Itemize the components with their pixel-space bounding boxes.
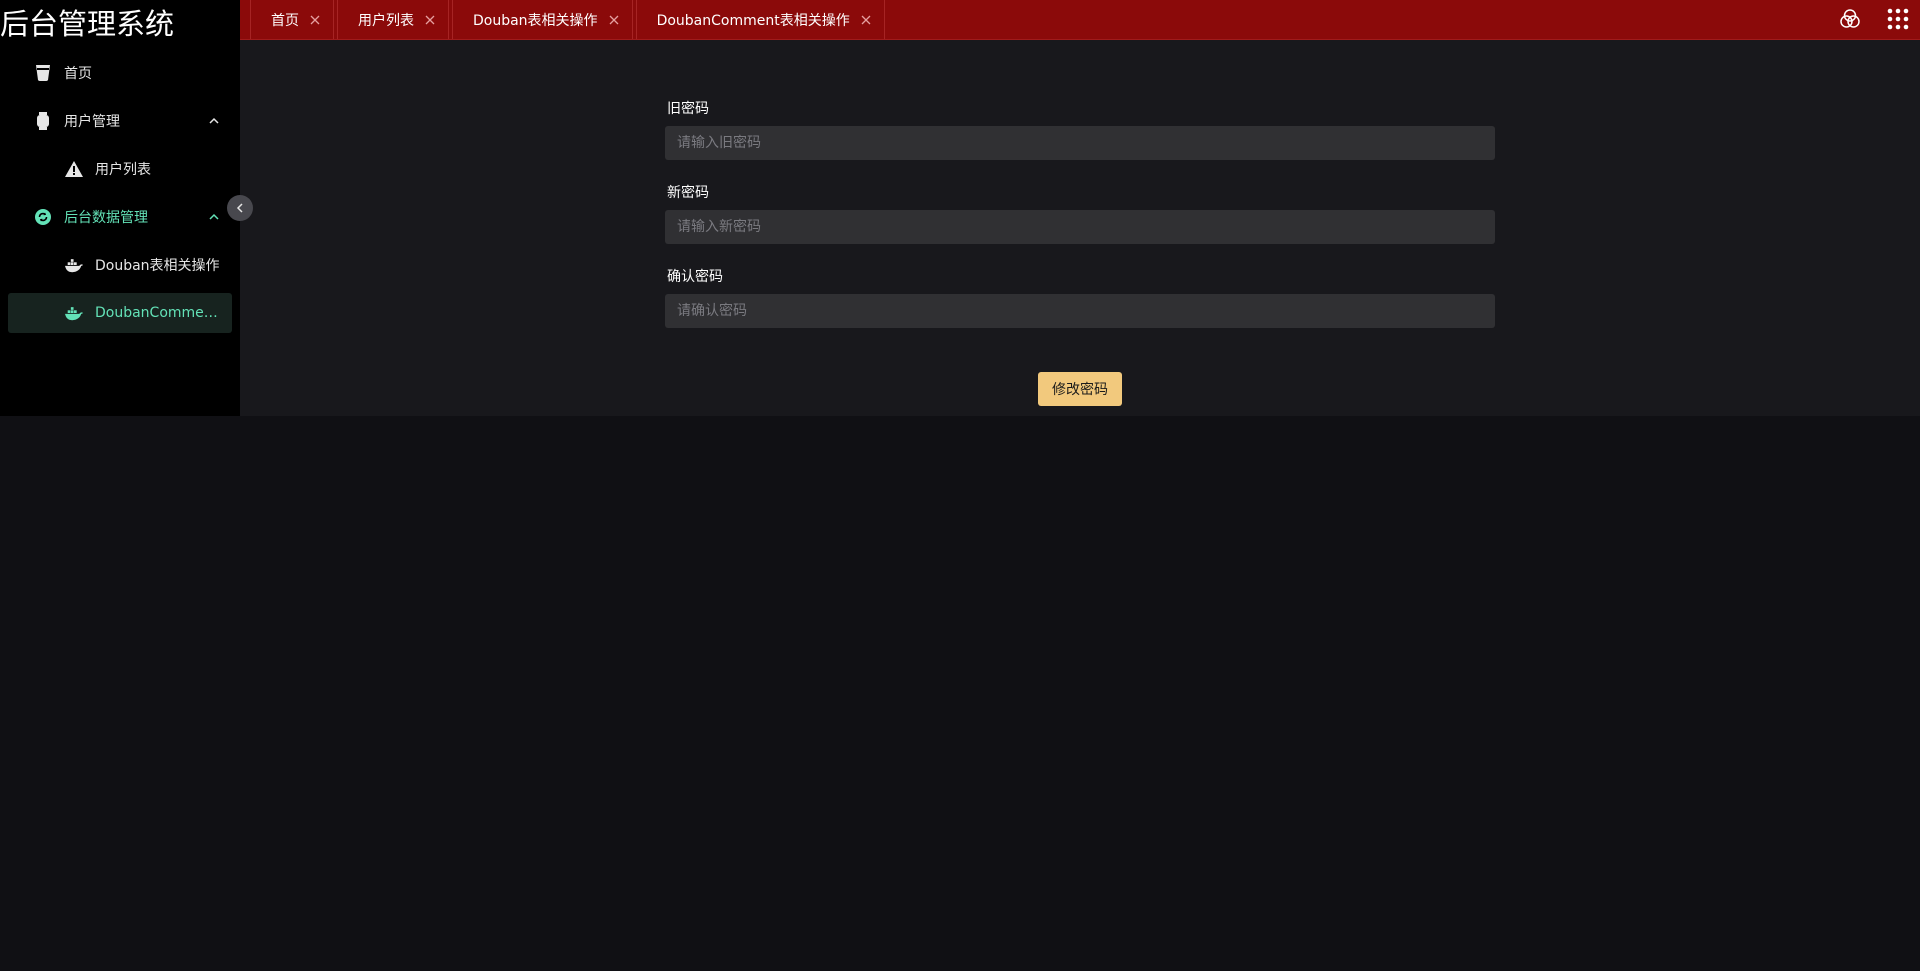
sidebar-item-user-management[interactable]: 用户管理 [8, 101, 232, 141]
confirm-password-input[interactable] [665, 294, 1495, 328]
docker-icon [65, 304, 83, 322]
sidebar-item-label: 用户管理 [64, 114, 120, 130]
close-icon[interactable] [424, 14, 436, 26]
tab-bar: 首页 用户列表 Douban表相关操作 DoubanComment表相关操作 [250, 0, 888, 39]
new-password-input[interactable] [665, 210, 1495, 244]
tab-label: 用户列表 [358, 12, 414, 29]
tab-label: 首页 [271, 12, 299, 29]
watch-icon [34, 112, 52, 130]
app-title: 后台管理系统 [0, 7, 175, 41]
sidebar-item-user-list[interactable]: 用户列表 [8, 149, 232, 189]
sidebar: 后台管理系统 首页 用户管理 用户列表 后台数据管理 Douban表相关操作 D… [0, 0, 240, 416]
sidebar-item-douban-comment[interactable]: DoubanCommen... [8, 293, 232, 333]
warning-icon [65, 160, 83, 178]
chevron-left-icon [234, 199, 246, 218]
sidebar-item-data-management[interactable]: 后台数据管理 [8, 197, 232, 237]
sidebar-item-douban[interactable]: Douban表相关操作 [8, 245, 232, 285]
sidebar-item-label: DoubanCommen... [95, 305, 223, 321]
old-password-label: 旧密码 [667, 101, 709, 117]
new-password-label: 新密码 [667, 185, 709, 201]
app-root: 后台管理系统 首页 用户管理 用户列表 后台数据管理 Douban表相关操作 D… [0, 0, 1920, 416]
tab-home[interactable]: 首页 [250, 0, 334, 39]
top-header: 首页 用户列表 Douban表相关操作 DoubanComment表相关操作 [240, 0, 1920, 40]
change-password-button[interactable]: 修改密码 [1038, 372, 1122, 406]
close-icon[interactable] [309, 14, 321, 26]
sidebar-menu: 首页 用户管理 用户列表 后台数据管理 Douban表相关操作 DoubanCo… [0, 53, 240, 341]
old-password-input[interactable] [665, 126, 1495, 160]
close-icon[interactable] [860, 14, 872, 26]
tab-douban[interactable]: Douban表相关操作 [452, 0, 633, 39]
refresh-circle-icon [34, 208, 52, 226]
main-content: 旧密码 新密码 确认密码 修改密码 [240, 40, 1920, 416]
chevron-up-icon [206, 209, 222, 225]
chevron-up-icon [206, 113, 222, 129]
docker-icon [65, 256, 83, 274]
tab-label: Douban表相关操作 [473, 12, 598, 29]
sidebar-item-label: 首页 [64, 66, 92, 82]
color-theme-icon[interactable] [1838, 7, 1862, 31]
close-icon[interactable] [608, 14, 620, 26]
tab-douban-comment[interactable]: DoubanComment表相关操作 [635, 0, 885, 39]
confirm-password-label: 确认密码 [667, 269, 723, 285]
tab-user-list[interactable]: 用户列表 [337, 0, 449, 39]
sidebar-item-label: Douban表相关操作 [95, 258, 220, 274]
tab-label: DoubanComment表相关操作 [656, 12, 850, 29]
cup-icon [34, 64, 52, 82]
sidebar-item-home[interactable]: 首页 [8, 53, 232, 93]
sidebar-item-label: 用户列表 [95, 162, 151, 178]
sidebar-item-label: 后台数据管理 [64, 210, 148, 226]
sidebar-collapse-button[interactable] [227, 195, 253, 221]
grid-menu-icon[interactable] [1886, 7, 1910, 31]
